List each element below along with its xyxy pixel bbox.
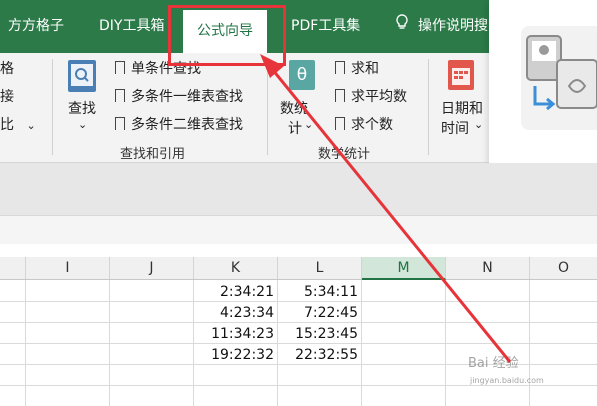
baidu-watermark-url: jingyan.baidu.com — [470, 376, 544, 385]
baidu-watermark: Bai 经验 — [468, 356, 519, 371]
red-arrow-icon — [260, 54, 512, 363]
